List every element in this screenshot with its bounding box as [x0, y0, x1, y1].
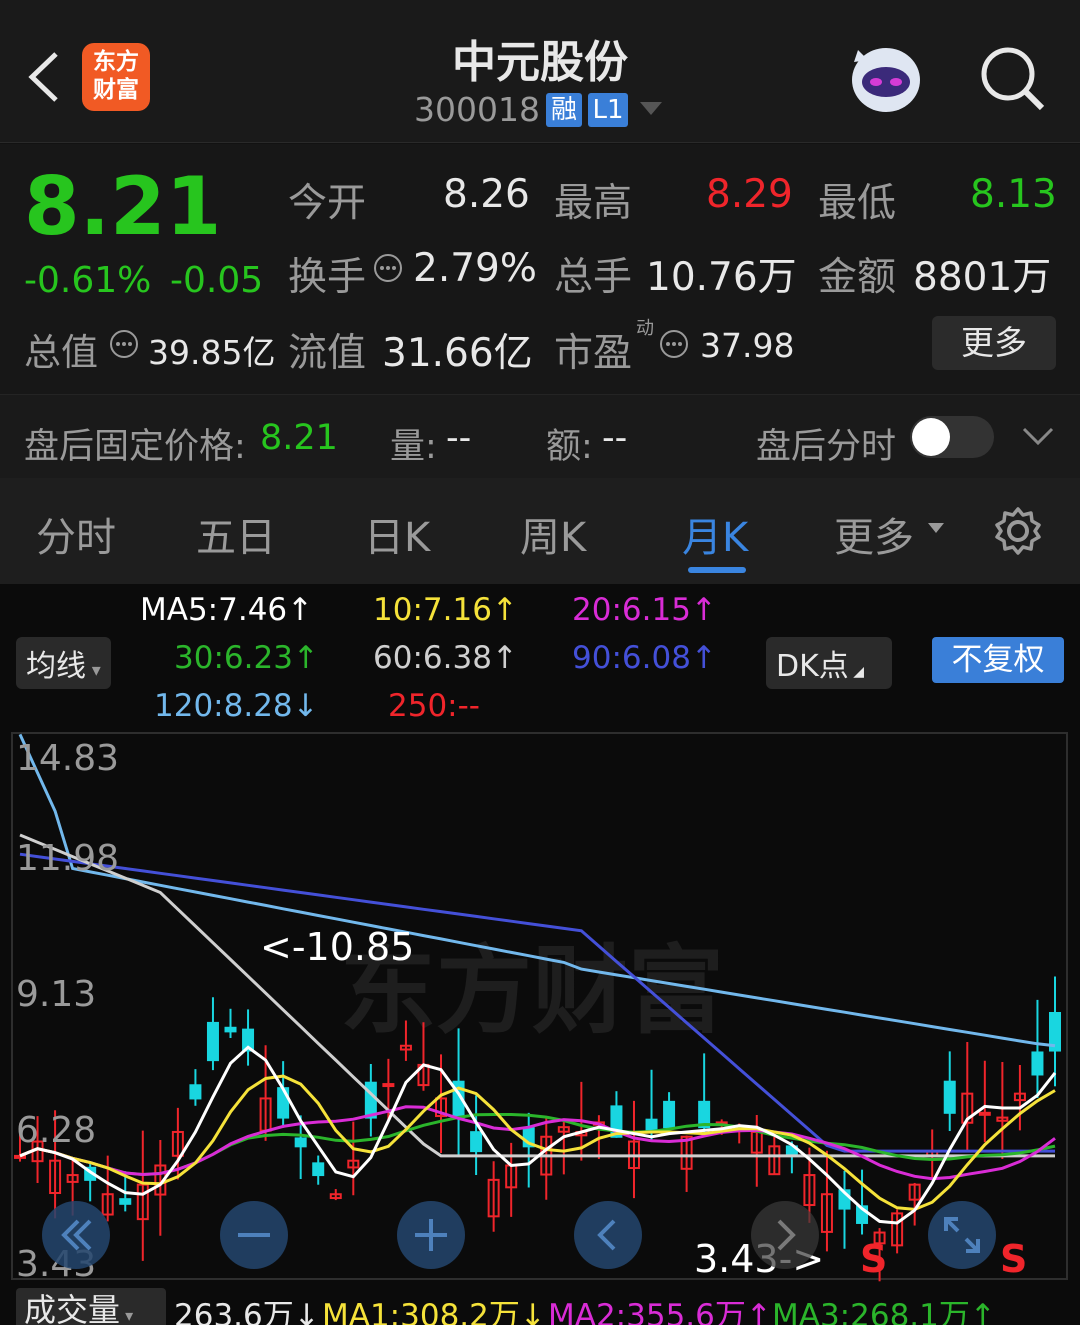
amount-value: 8801万: [913, 255, 1052, 300]
turnover-value: 2.79%: [413, 246, 537, 291]
zoom-in-button[interactable]: [397, 1201, 465, 1269]
double-chevron-left-icon: [61, 1219, 92, 1251]
max-price-marker: <-10.85: [260, 925, 414, 969]
market-cap-value: 39.85亿: [148, 333, 276, 372]
stock-code: 300018: [414, 90, 540, 129]
app-root: 东方 财富 中元股份 300018 融 L1 8.21 -0.61% -0.05 …: [0, 0, 1080, 1325]
plus-icon: [415, 1219, 447, 1251]
high-label: 最高: [554, 181, 633, 226]
change-amount: -0.05: [170, 260, 264, 301]
info-icon[interactable]: [108, 328, 140, 360]
fullscreen-button[interactable]: [928, 1201, 996, 1269]
after-hours-toggle[interactable]: [910, 416, 994, 458]
step-left-button[interactable]: [574, 1201, 642, 1269]
scroll-to-start-button[interactable]: [42, 1201, 110, 1269]
step-right-button[interactable]: [751, 1201, 819, 1269]
robot-assistant-icon[interactable]: [846, 40, 926, 116]
chevron-left-icon: [597, 1219, 616, 1251]
info-icon[interactable]: [372, 252, 404, 284]
caret-down-icon: [928, 523, 944, 533]
pe-label: 市盈: [554, 331, 633, 376]
search-icon[interactable]: [978, 44, 1046, 112]
volume-ma3: MA3:268.1万↑: [772, 1298, 996, 1325]
volume-current: 263.6万↓: [174, 1298, 320, 1325]
stock-name: 中元股份: [452, 37, 628, 88]
tab-intraday[interactable]: 分时: [36, 505, 116, 563]
low-label: 最低: [818, 181, 897, 226]
turnover-label: 换手: [288, 255, 367, 300]
tab-monthly-k[interactable]: 月K: [682, 505, 748, 563]
candle-body: [663, 1100, 676, 1129]
after-hours-label: 盘后固定价格:: [24, 427, 246, 467]
high-value: 8.29: [706, 172, 793, 217]
level-badge: L1: [588, 93, 628, 127]
market-cap-label: 总值: [24, 331, 98, 374]
after-hours-vol-label: 量:: [390, 427, 437, 467]
y-tick-2: 11.98: [16, 838, 119, 879]
toggle-knob: [912, 418, 950, 456]
minus-icon: [238, 1233, 270, 1237]
volume-indicator-label: 成交量: [24, 1291, 121, 1325]
y-tick-4: 6.28: [16, 1110, 96, 1151]
app-logo: 东方 财富: [82, 43, 150, 111]
candle-body: [14, 1154, 26, 1159]
candle-body: [470, 1131, 483, 1153]
volume-ma2: MA2:355.6万↑: [548, 1298, 772, 1325]
candle-body: [364, 1081, 377, 1119]
candle-body: [224, 1026, 237, 1033]
expand-icon: [944, 1217, 980, 1253]
pe-value: 37.98: [700, 326, 795, 365]
margin-badge: 融: [546, 93, 582, 127]
candle-body: [312, 1162, 325, 1177]
change-percent: -0.61%: [24, 260, 152, 301]
tab-five-day[interactable]: 五日: [196, 505, 276, 563]
volume-value: 10.76万: [646, 255, 797, 300]
sell-signal-1: S: [860, 1237, 887, 1281]
ma10-line: [19, 1074, 1056, 1211]
after-hours-amt-label: 额:: [546, 427, 593, 467]
candle-body: [206, 1021, 219, 1062]
float-cap-label: 流值: [288, 331, 367, 376]
volume-ma1: MA1:308.2万↓: [322, 1298, 546, 1325]
candle-body: [382, 1083, 395, 1088]
candle-body: [1031, 1051, 1044, 1076]
dropdown-icon[interactable]: [640, 102, 662, 116]
amount-label: 金额: [818, 255, 897, 300]
zoom-out-button[interactable]: [220, 1201, 288, 1269]
volume-label: 总手: [554, 255, 633, 300]
after-hours-vol: --: [446, 418, 472, 458]
last-price: 8.21: [24, 160, 222, 253]
chevron-right-icon: [777, 1219, 796, 1251]
after-hours-price: 8.21: [260, 418, 338, 458]
pe-dynamic-mark: 动: [636, 318, 654, 339]
open-value: 8.26: [443, 172, 530, 217]
chevron-down-icon[interactable]: [1022, 426, 1054, 446]
tab-more[interactable]: 更多: [834, 505, 914, 563]
ma5-line: [19, 1045, 1057, 1225]
sell-signal-2: S: [1000, 1237, 1027, 1281]
back-icon[interactable]: [26, 50, 62, 104]
candle-body: [189, 1084, 202, 1100]
gear-icon[interactable]: [992, 505, 1044, 557]
float-cap-value: 31.66亿: [382, 331, 533, 376]
candle-body: [943, 1080, 956, 1114]
candle-body: [294, 1137, 307, 1148]
candle-body: [119, 1198, 132, 1205]
kline-chart[interactable]: 东方财富 14.83 11.98 9.13 6.28 3.43 <-10.85 …: [0, 584, 1080, 1325]
tab-weekly-k[interactable]: 周K: [520, 505, 586, 563]
open-label: 今开: [288, 181, 367, 226]
after-hours-intraday-label: 盘后分时: [756, 427, 897, 467]
more-button[interactable]: 更多: [932, 316, 1056, 370]
y-tick-1: 14.83: [16, 738, 119, 779]
active-tab-indicator: [688, 567, 746, 573]
low-value: 8.13: [970, 172, 1057, 217]
volume-indicator-button[interactable]: 成交量 ▾: [16, 1288, 166, 1325]
candle-body: [978, 1111, 991, 1116]
info-icon[interactable]: [658, 328, 690, 360]
after-hours-amt: --: [602, 418, 628, 458]
y-tick-3: 9.13: [16, 974, 96, 1015]
tab-daily-k[interactable]: 日K: [364, 505, 430, 563]
